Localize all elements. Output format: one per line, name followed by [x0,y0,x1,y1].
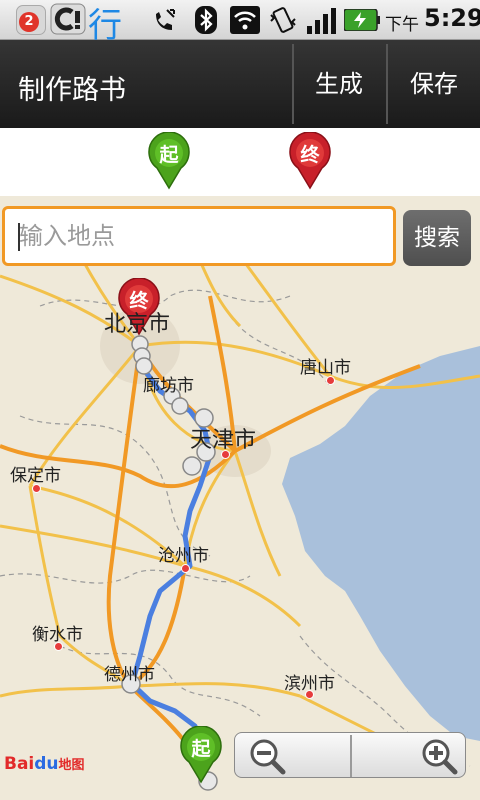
missed-call-icon [156,9,175,30]
city-dot-binzhou [305,690,314,699]
zoom-out-icon[interactable] [247,736,287,776]
search-box [2,206,396,266]
start-marker-icon[interactable]: 起 [146,132,192,190]
city-label-beijing: 北京市 [104,312,171,337]
zoom-in-icon[interactable] [419,736,459,776]
save-button[interactable]: 保存 [386,44,480,124]
bluetooth-icon [195,6,217,34]
generate-button[interactable]: 生成 [292,44,384,124]
city-label-dezhou: 德州市 [104,665,155,685]
city-label-baoding: 保定市 [10,466,61,486]
text-caret [18,223,20,251]
end-marker-icon[interactable]: 终 [287,132,333,190]
city-dot-cangzhou [181,564,190,573]
baidu-map-logo: Baidu地图 [4,754,85,774]
notification-badge[interactable]: 2 [16,5,46,35]
notification-count: 2 [19,12,39,32]
city-dot-baoding [32,484,41,493]
vibrate-icon [270,7,296,33]
time-period: 下午 [385,15,419,35]
page-title: 制作路书 [18,75,126,106]
wifi-icon [230,6,260,34]
city-label-langfang: 廊坊市 [143,376,194,396]
battery-charging-icon [344,9,380,31]
c-app-icon [50,3,86,35]
zoom-divider [350,735,352,777]
search-button[interactable]: 搜索 [403,210,471,266]
end-marker-label: 终 [300,143,320,166]
city-dot-tangshan [326,376,335,385]
marker-row: 起 终 [0,128,480,196]
city-dot-tianjin [221,450,230,459]
map-base [0,196,480,800]
city-label-tangshan: 唐山市 [300,358,351,378]
zoom-controls [234,732,466,778]
map-start-marker-icon[interactable]: 起 [178,726,224,784]
start-marker-label: 起 [158,144,179,166]
search-input[interactable] [5,209,393,263]
city-dot-hengshui [54,642,63,651]
signal-icon [307,8,336,34]
city-label-cangzhou: 沧州市 [158,546,209,566]
clock: 5:29 [424,4,480,32]
status-bar: 2 行 下午 5:29 [0,0,480,46]
map-view[interactable]: 终 起 北京市 廊坊市 唐山市 天津市 保定市 沧州市 衡水市 德州市 滨州市 … [0,196,480,800]
map-start-marker-label: 起 [190,738,211,760]
city-label-tianjin: 天津市 [190,428,257,453]
title-bar: 制作路书 生成 保存 [0,40,480,128]
